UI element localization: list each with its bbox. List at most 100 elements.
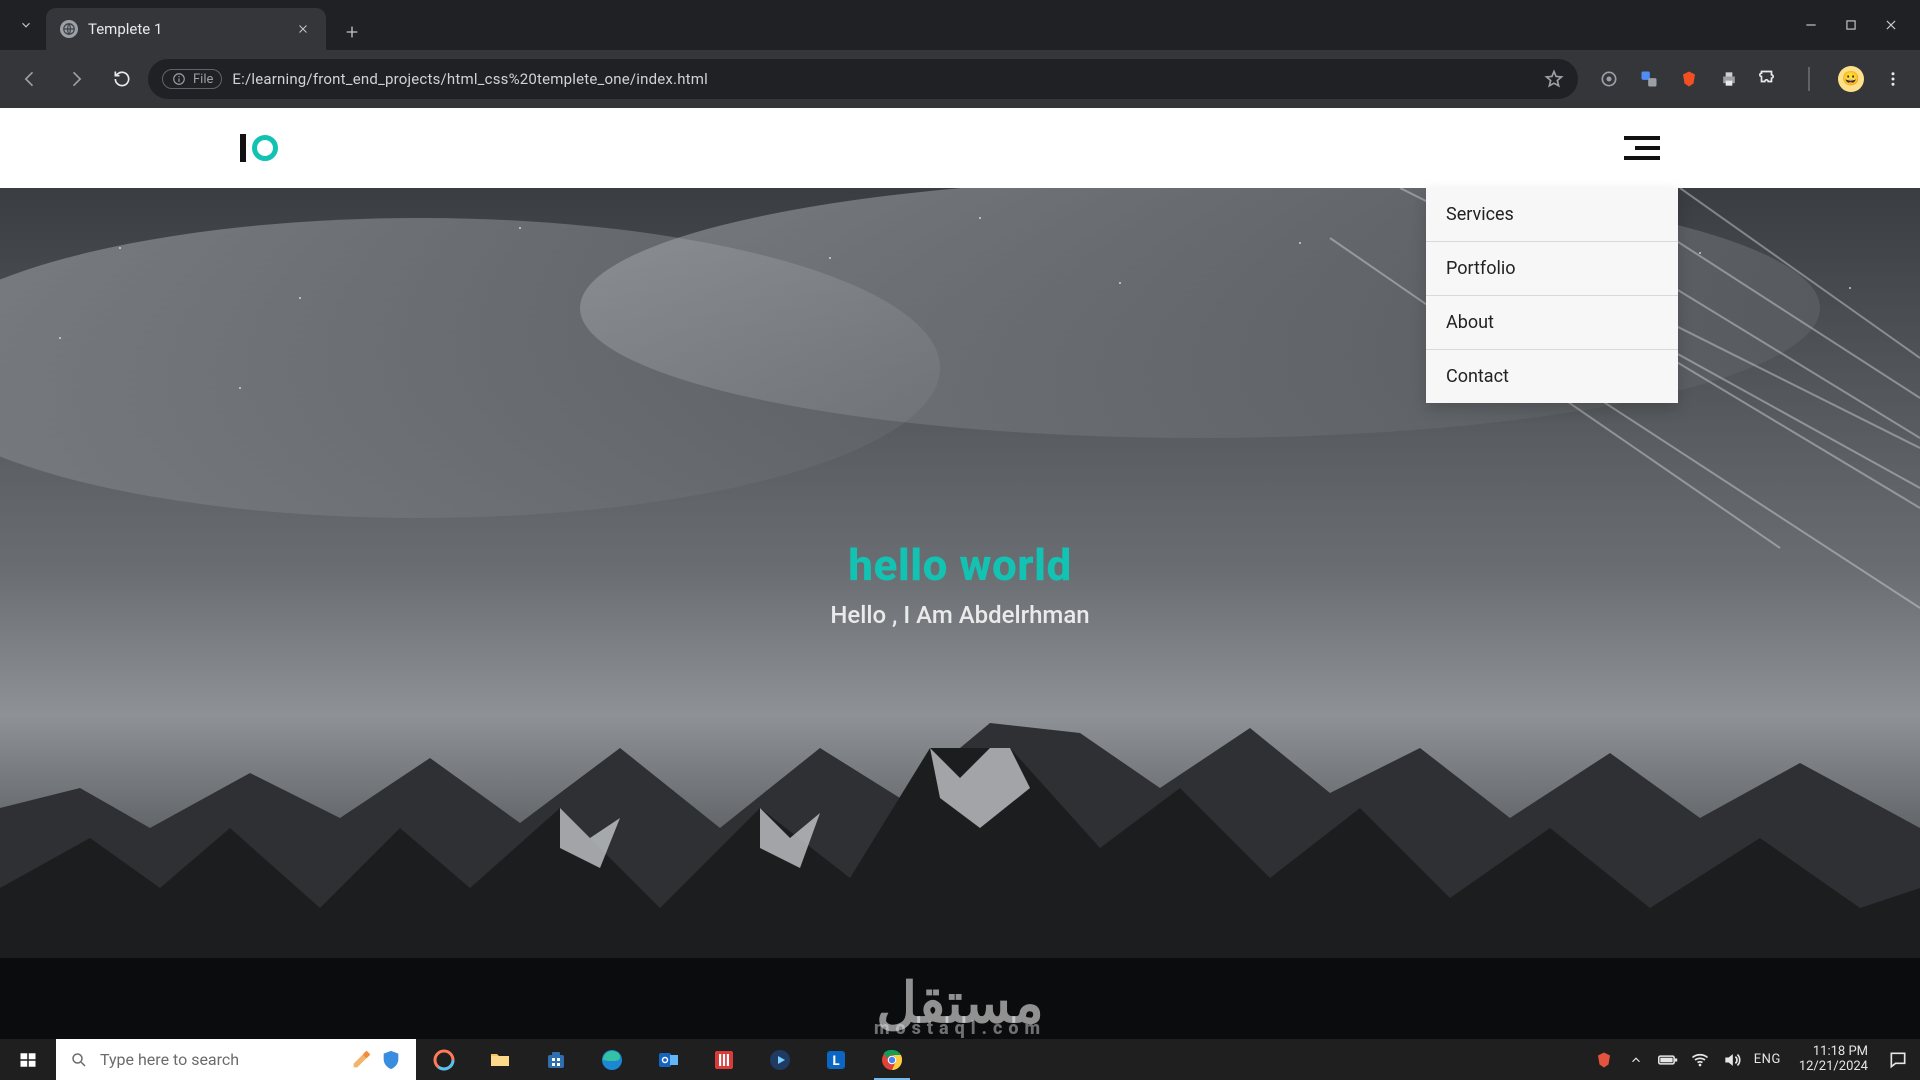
system-tray: ENG <box>1594 1050 1791 1070</box>
tray-date: 12/21/2024 <box>1799 1060 1868 1075</box>
tab-title: Templete 1 <box>88 20 284 38</box>
copilot-icon <box>432 1048 456 1072</box>
tray-time: 11:18 PM <box>1799 1045 1868 1060</box>
chevron-up-icon <box>1629 1053 1643 1067</box>
taskbar-app-store[interactable] <box>528 1039 584 1080</box>
toolbar-divider <box>1798 68 1820 90</box>
start-button[interactable] <box>0 1039 56 1080</box>
search-right-icons <box>350 1049 402 1071</box>
search-icon <box>70 1051 88 1069</box>
hamburger-line-icon <box>1635 146 1660 150</box>
windows-taskbar: Type here to search L ENG 11:18 PM 12/21… <box>0 1039 1920 1080</box>
tray-overflow-button[interactable] <box>1626 1050 1646 1070</box>
extensions-button[interactable] <box>1758 68 1780 90</box>
reload-icon <box>112 69 132 89</box>
nav-item-label: Contact <box>1446 366 1509 387</box>
url-text: E:/learning/front_end_projects/html_css%… <box>232 70 708 88</box>
taskbar-app-chrome[interactable] <box>864 1039 920 1080</box>
back-button[interactable] <box>10 59 50 99</box>
star-icon <box>1544 69 1564 89</box>
hero-subtitle: Hello , I Am Abdelrhman <box>830 601 1089 629</box>
nav-item-label: Portfolio <box>1446 258 1515 279</box>
ext-printer-icon[interactable] <box>1718 68 1740 90</box>
menu-toggle-button[interactable] <box>1624 136 1660 160</box>
tray-volume-icon[interactable] <box>1722 1050 1742 1070</box>
ext-brave-icon[interactable] <box>1678 68 1700 90</box>
close-window-button[interactable] <box>1882 16 1900 34</box>
browser-titlebar: Templete 1 <box>0 0 1920 50</box>
forward-button[interactable] <box>56 59 96 99</box>
linkedin-icon: L <box>824 1048 848 1072</box>
ext-lens-icon[interactable] <box>1598 68 1620 90</box>
logo-ring-icon <box>252 135 278 161</box>
taskbar-app-outlook[interactable] <box>640 1039 696 1080</box>
nav-item-label: Services <box>1446 204 1514 225</box>
profile-avatar[interactable]: 😀 <box>1838 66 1864 92</box>
logo-bar-icon <box>240 134 246 162</box>
browser-tab-active[interactable]: Templete 1 <box>46 8 326 50</box>
new-tab-button[interactable] <box>334 14 370 50</box>
tray-clock[interactable]: 11:18 PM 12/21/2024 <box>1791 1045 1876 1075</box>
maximize-button[interactable] <box>1842 16 1860 34</box>
bookmark-button[interactable] <box>1544 69 1564 89</box>
nav-item-portfolio[interactable]: Portfolio <box>1426 242 1678 296</box>
watermark: مستقل mostaql.com <box>874 987 1046 1035</box>
hero-title: hello world <box>848 539 1072 591</box>
taskbar-app-copilot[interactable] <box>416 1039 472 1080</box>
taskbar-app-red[interactable] <box>696 1039 752 1080</box>
taskbar-app-explorer[interactable] <box>472 1039 528 1080</box>
watermark-sub: mostaql.com <box>874 1024 1046 1035</box>
site-logo[interactable] <box>240 134 278 162</box>
action-center-button[interactable] <box>1876 1039 1920 1080</box>
minimize-button[interactable] <box>1802 16 1820 34</box>
tray-app-icon[interactable] <box>1594 1050 1614 1070</box>
ext-translate-icon[interactable] <box>1638 68 1660 90</box>
maximize-icon <box>1844 18 1858 32</box>
nav-item-services[interactable]: Services <box>1426 188 1678 242</box>
chrome-icon <box>880 1048 904 1072</box>
search-placeholder: Type here to search <box>100 1050 239 1069</box>
play-icon <box>768 1048 792 1072</box>
outlook-icon <box>656 1048 680 1072</box>
nav-dropdown: Services Portfolio About Contact <box>1426 188 1678 403</box>
file-chip[interactable]: File <box>162 69 222 89</box>
tray-battery-icon[interactable] <box>1658 1050 1678 1070</box>
edge-icon <box>600 1048 624 1072</box>
paint-palette-icon <box>350 1049 372 1071</box>
folder-icon <box>488 1048 512 1072</box>
globe-icon <box>60 20 78 38</box>
toolbar: File E:/learning/front_end_projects/html… <box>0 50 1920 108</box>
address-bar[interactable]: File E:/learning/front_end_projects/html… <box>148 59 1578 99</box>
tab-close-button[interactable] <box>294 20 312 38</box>
tray-language[interactable]: ENG <box>1754 1052 1781 1067</box>
chrome-menu-button[interactable] <box>1882 68 1904 90</box>
arrow-left-icon <box>20 69 40 89</box>
arrow-right-icon <box>66 69 86 89</box>
tabs-dropdown[interactable] <box>6 0 46 50</box>
taskbar-app-media[interactable] <box>752 1039 808 1080</box>
taskbar-app-edge[interactable] <box>584 1039 640 1080</box>
nav-item-label: About <box>1446 312 1494 333</box>
chevron-down-icon <box>19 18 33 32</box>
svg-text:L: L <box>832 1054 839 1069</box>
file-chip-label: File <box>193 72 213 87</box>
notification-icon <box>1888 1050 1908 1070</box>
nav-item-about[interactable]: About <box>1426 296 1678 350</box>
minimize-icon <box>1804 18 1818 32</box>
reload-button[interactable] <box>102 59 142 99</box>
shield-icon <box>380 1049 402 1071</box>
page-viewport: Services Portfolio About Contact <box>0 108 1920 1039</box>
hamburger-line-icon <box>1624 156 1660 160</box>
site-header: Services Portfolio About Contact <box>0 108 1920 188</box>
hamburger-line-icon <box>1624 136 1660 140</box>
plus-icon <box>344 24 360 40</box>
tray-wifi-icon[interactable] <box>1690 1050 1710 1070</box>
taskbar-search[interactable]: Type here to search <box>56 1039 416 1080</box>
taskbar-app-linkedin[interactable]: L <box>808 1039 864 1080</box>
windows-icon <box>19 1051 37 1069</box>
nav-item-contact[interactable]: Contact <box>1426 350 1678 403</box>
puzzle-icon <box>1759 69 1779 89</box>
tabs-region: Templete 1 <box>0 0 1782 50</box>
app-red-icon <box>712 1048 736 1072</box>
close-icon <box>297 23 309 35</box>
